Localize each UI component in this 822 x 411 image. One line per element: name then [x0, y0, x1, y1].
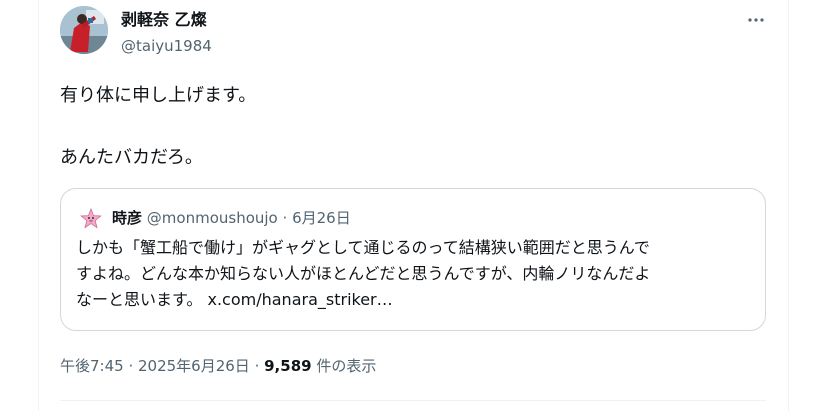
- tweet-text-line-2: あんたバカだろ。: [60, 147, 203, 168]
- tweet-date[interactable]: 2025年6月26日: [138, 357, 250, 375]
- star-character-icon: [80, 207, 102, 229]
- views-count: 9,589: [264, 357, 312, 375]
- quote-author-name[interactable]: 時彦: [112, 209, 142, 227]
- quote-author-avatar: [80, 207, 102, 230]
- more-options-button[interactable]: [744, 8, 768, 32]
- bottom-divider: [60, 400, 766, 401]
- tweet-text-line-1: 有り体に申し上げます。: [60, 85, 257, 106]
- quote-line-1: しかも「蟹工船で働け」がギャグとして通じるのって結構狭い範囲だと思うんで: [76, 238, 650, 257]
- author-handle[interactable]: @taiyu1984: [121, 36, 212, 56]
- tweet-meta: 午後7:45 · 2025年6月26日 · 9,589 件の表示: [60, 356, 376, 376]
- tweet-frame: 剥軽奈 乙燦 @taiyu1984 有り体に申し上げます。 あんたバカだろ。 時…: [0, 0, 822, 411]
- quote-header: 時彦 @monmoushoujo · 6月26日: [112, 208, 351, 228]
- quote-line-3: なーと思います。 x.com/hanara_striker…: [76, 290, 393, 309]
- quote-date[interactable]: 6月26日: [292, 209, 351, 227]
- avatar-image: [60, 6, 108, 54]
- quote-line-2: すよね。どんな本か知らない人がほとんどだと思うんですが、内輪ノリなんだよ: [76, 264, 651, 283]
- column-border-left: [38, 0, 39, 411]
- more-icon: [748, 18, 764, 22]
- quote-separator: ·: [277, 209, 293, 227]
- views-label: 件の表示: [311, 357, 377, 375]
- quote-body: しかも「蟹工船で働け」がギャグとして通じるのって結構狭い範囲だと思うんで すよね…: [76, 235, 766, 313]
- tweet-time[interactable]: 午後7:45: [60, 357, 124, 375]
- meta-separator-2: ·: [249, 357, 265, 375]
- meta-separator: ·: [123, 357, 138, 375]
- quote-author-handle: @monmoushoujo: [146, 209, 278, 227]
- author-display-name[interactable]: 剥軽奈 乙燦: [121, 10, 207, 30]
- quoted-tweet-card[interactable]: 時彦 @monmoushoujo · 6月26日 しかも「蟹工船で働け」がギャグ…: [60, 188, 766, 331]
- column-border-right: [788, 0, 789, 411]
- author-avatar[interactable]: [60, 6, 108, 54]
